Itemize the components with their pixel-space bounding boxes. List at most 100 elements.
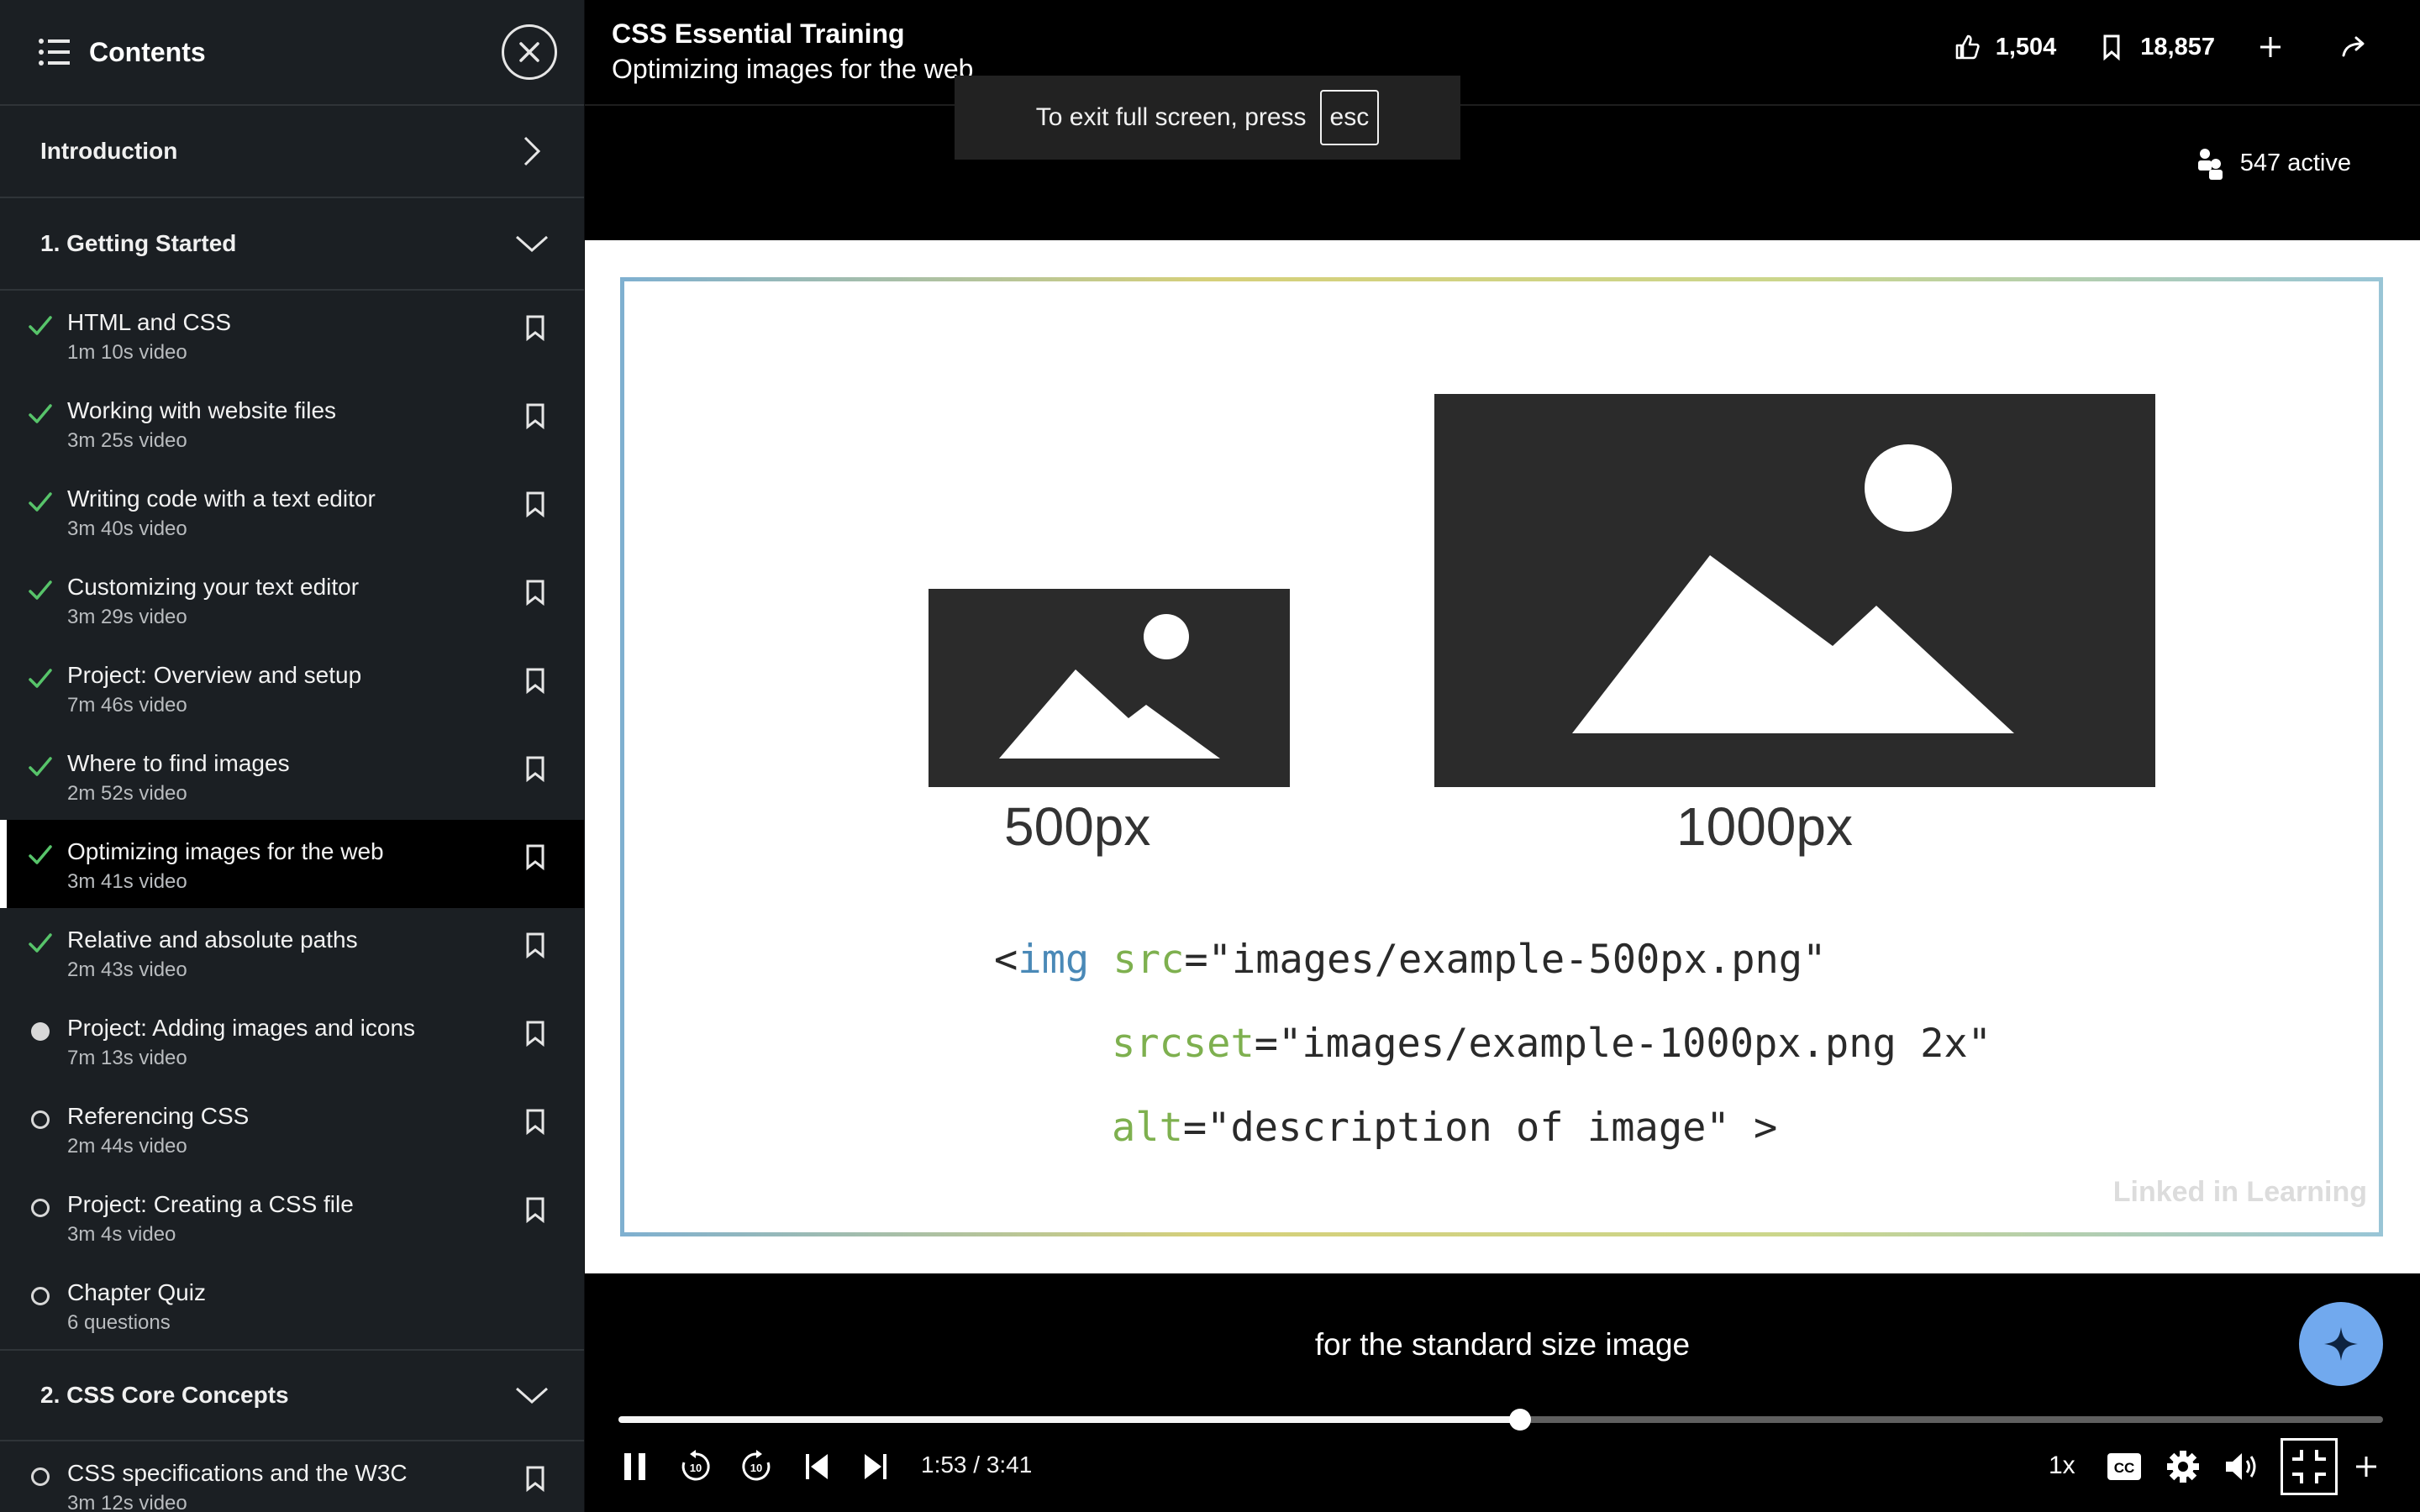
player-controls: 10 10 1:53 / 3:41 1x CC <box>585 1438 2420 1495</box>
lesson-item[interactable]: Where to find images 2m 52s video <box>0 732 584 820</box>
bookmark-icon[interactable] <box>520 577 550 607</box>
lesson-meta: 3m 41s video <box>67 870 187 893</box>
checkmark-icon <box>25 311 55 341</box>
more-options-button[interactable] <box>2349 1446 2383 1487</box>
section-label: 1. Getting Started <box>40 230 237 256</box>
settings-button[interactable] <box>2165 1446 2202 1487</box>
lesson-item-css-specifications[interactable]: CSS specifications and the W3C 3m 12s vi… <box>0 1441 584 1512</box>
in-progress-icon <box>25 1016 55 1047</box>
lesson-item[interactable]: Relative and absolute paths 2m 43s video <box>0 908 584 996</box>
bookmark-icon[interactable] <box>520 753 550 784</box>
section-introduction[interactable]: Introduction <box>0 106 584 198</box>
video-header: CSS Essential Training Optimizing images… <box>585 0 2420 106</box>
lesson-item[interactable]: Chapter Quiz 6 questions <box>0 1261 584 1349</box>
bookmark-icon[interactable] <box>520 1018 550 1048</box>
rewind-10-button[interactable]: 10 <box>677 1446 714 1487</box>
bookmark-icon[interactable] <box>520 1106 550 1137</box>
plus-icon <box>2356 1457 2376 1477</box>
svg-text:10: 10 <box>690 1462 702 1474</box>
lesson-item[interactable]: Project: Overview and setup 7m 46s video <box>0 643 584 732</box>
save-button[interactable]: 18,857 <box>2096 32 2215 62</box>
exit-fullscreen-button[interactable] <box>2281 1438 2338 1495</box>
active-viewers: 547 active <box>2195 146 2351 180</box>
contents-sidebar: Contents Introduction 1. Getting Started… <box>0 0 585 1512</box>
bookmark-icon[interactable] <box>520 1463 550 1494</box>
exit-fullscreen-icon <box>2292 1450 2326 1483</box>
lesson-item[interactable]: Writing code with a text editor 3m 40s vi… <box>0 467 584 555</box>
lesson-title: Working with website files <box>67 397 337 423</box>
lesson-item[interactable]: Referencing CSS 2m 44s video <box>0 1084 584 1173</box>
course-title[interactable]: CSS Essential Training <box>612 18 905 50</box>
playback-speed-button[interactable]: 1x <box>2049 1452 2075 1480</box>
bookmark-icon[interactable] <box>520 1194 550 1225</box>
progress-handle[interactable] <box>1509 1409 1532 1431</box>
chevron-down-icon <box>516 1387 548 1404</box>
lesson-item[interactable]: Project: Adding images and icons 7m 13s v… <box>0 996 584 1084</box>
bookmark-icon[interactable] <box>520 665 550 696</box>
pause-button[interactable] <box>618 1446 652 1487</box>
sidebar-header: Contents <box>0 0 584 106</box>
section-label: Introduction <box>40 138 178 164</box>
lesson-meta: 6 questions <box>67 1311 171 1334</box>
forward-10-icon: 10 <box>742 1450 771 1481</box>
image-placeholder-1000px <box>1434 394 2155 787</box>
forward-10-button[interactable]: 10 <box>738 1446 775 1487</box>
code-line-1: <img src="images/example-500px.png" <box>994 937 1827 983</box>
gear-icon <box>2167 1451 2199 1483</box>
not-started-icon <box>25 1281 55 1311</box>
lesson-item[interactable]: Working with website files 3m 25s video <box>0 379 584 467</box>
chevron-down-icon <box>516 235 548 253</box>
progress-bar[interactable] <box>618 1409 2383 1431</box>
ai-assistant-button[interactable] <box>2299 1302 2383 1386</box>
closed-captions-icon: CC <box>2107 1453 2141 1480</box>
not-started-icon <box>25 1193 55 1223</box>
lesson-meta: 2m 43s video <box>67 958 187 981</box>
closed-captions-button[interactable]: CC <box>2106 1446 2143 1487</box>
like-button[interactable]: 1,504 <box>1952 32 2056 62</box>
lesson-item[interactable]: Optimizing images for the web 3m 41s vide… <box>0 820 584 908</box>
checkmark-icon <box>25 487 55 517</box>
section-getting-started[interactable]: 1. Getting Started <box>0 198 584 291</box>
bookmark-icon[interactable] <box>520 842 550 872</box>
section-label: 2. CSS Core Concepts <box>40 1382 289 1408</box>
code-line-3: alt="description of image" > <box>1112 1105 1778 1151</box>
bookmark-icon[interactable] <box>520 401 550 431</box>
lesson-item[interactable]: Customizing your text editor 3m 29s video <box>0 555 584 643</box>
time-display: 1:53 / 3:41 <box>921 1452 1033 1478</box>
lesson-title: Referencing CSS <box>67 1103 250 1129</box>
lesson-item[interactable]: Project: Creating a CSS file 3m 4s video <box>0 1173 584 1261</box>
bookmark-icon[interactable] <box>520 312 550 343</box>
list-icon <box>39 39 70 66</box>
sparkle-icon <box>2324 1327 2358 1361</box>
skip-next-icon <box>865 1454 886 1479</box>
header-actions: 1,504 18,857 <box>1952 32 2370 62</box>
lesson-meta: 3m 25s video <box>67 429 187 452</box>
svg-text:CC: CC <box>2114 1460 2135 1476</box>
video-frame[interactable]: 500px 1000px <img src="images/example-50… <box>585 240 2420 1273</box>
lesson-list: HTML and CSS 1m 10s video Working with web… <box>0 291 584 1349</box>
checkmark-icon <box>25 752 55 782</box>
bookmark-icon[interactable] <box>520 930 550 960</box>
close-sidebar-button[interactable] <box>502 24 557 80</box>
skip-previous-icon <box>806 1454 828 1479</box>
lesson-meta: 3m 4s video <box>67 1223 176 1246</box>
bookmark-icon[interactable] <box>520 489 550 519</box>
lesson-meta: 7m 13s video <box>67 1047 187 1069</box>
caption-500px: 500px <box>1004 796 1151 857</box>
section-css-core-concepts[interactable]: 2. CSS Core Concepts <box>0 1349 584 1441</box>
lesson-meta: 3m 29s video <box>67 606 187 628</box>
lesson-title: Writing code with a text editor <box>67 486 376 512</box>
share-icon[interactable] <box>2339 32 2370 62</box>
volume-button[interactable] <box>2223 1446 2260 1487</box>
lesson-title: Chapter Quiz <box>67 1279 206 1305</box>
caption-text: for the standard size image <box>1314 1327 1691 1362</box>
bookmark-icon <box>2103 34 2120 61</box>
lesson-meta: 2m 52s video <box>67 782 187 805</box>
previous-video-button[interactable] <box>800 1446 834 1487</box>
lesson-item[interactable]: HTML and CSS 1m 10s video <box>0 291 584 379</box>
next-video-button[interactable] <box>859 1446 892 1487</box>
plus-icon[interactable] <box>2255 32 2286 62</box>
progress-fill <box>618 1416 1521 1423</box>
video-title: Optimizing images for the web <box>612 54 974 84</box>
pause-icon <box>624 1453 645 1480</box>
